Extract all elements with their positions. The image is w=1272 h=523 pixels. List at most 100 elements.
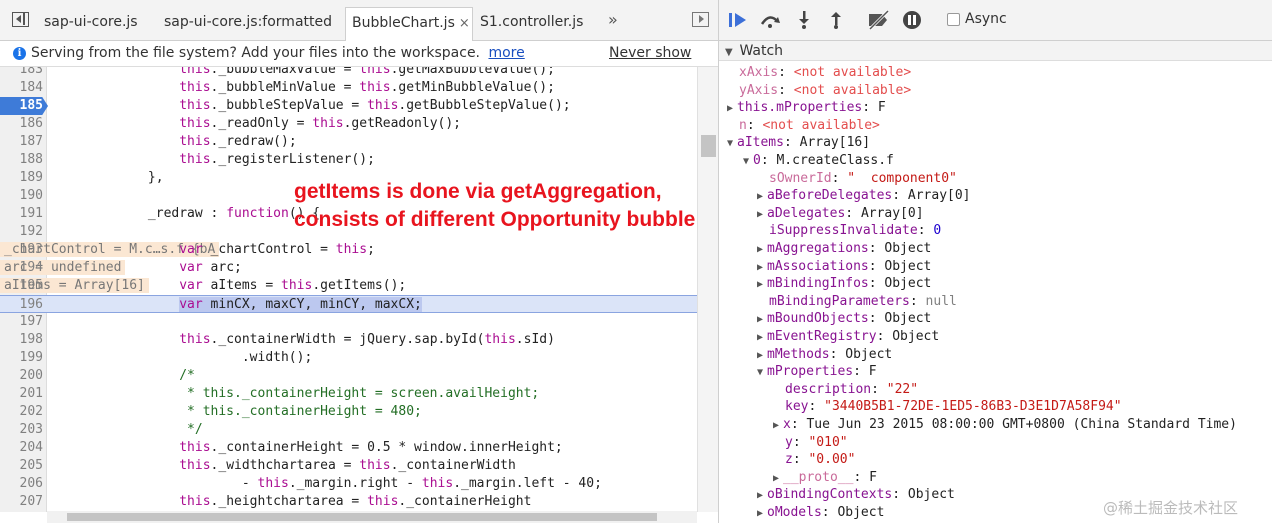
watch-row[interactable]: ▶ x: Tue Jun 23 2015 08:00:00 GMT+0800 (C… xyxy=(773,416,1237,434)
watch-row[interactable]: ▶ mBindingInfos: Object xyxy=(757,275,931,293)
code-line[interactable]: 199 .width(); xyxy=(0,349,697,367)
line-number[interactable]: 201 xyxy=(0,385,43,403)
expanded-triangle-icon[interactable]: ▼ xyxy=(757,364,767,382)
line-number[interactable]: 193 xyxy=(0,241,43,259)
collapsed-triangle-icon[interactable]: ▶ xyxy=(757,347,767,365)
editor-vertical-scrollbar[interactable] xyxy=(697,67,718,512)
collapsed-triangle-icon[interactable]: ▶ xyxy=(757,188,767,206)
code-editor[interactable]: 183 this._bubbleMaxValue = this.getMaxBu… xyxy=(0,67,718,512)
watch-row[interactable]: mBindingParameters: null xyxy=(769,293,957,311)
tab-overflow-icon[interactable]: » xyxy=(608,10,618,29)
watch-row[interactable]: key: "3440B5B1-72DE-1ED5-86B3-D3E1D7A58F… xyxy=(785,398,1122,416)
collapsed-triangle-icon[interactable]: ▶ xyxy=(757,505,767,523)
collapsed-triangle-icon[interactable]: ▶ xyxy=(757,241,767,259)
never-show-link[interactable]: Never show xyxy=(609,45,691,61)
watch-row[interactable]: ▶ this.mProperties: F xyxy=(727,99,886,117)
code-line[interactable]: 200 /* xyxy=(0,367,697,385)
line-number[interactable]: 197 xyxy=(0,313,43,331)
line-number[interactable]: 203 xyxy=(0,421,43,439)
watch-row[interactable]: ▶ oBindingContexts: Object xyxy=(757,486,955,504)
line-number[interactable]: 207 xyxy=(0,493,43,511)
step-into-icon[interactable] xyxy=(793,10,815,30)
line-number[interactable]: 200 xyxy=(0,367,43,385)
deactivate-breakpoints-icon[interactable] xyxy=(867,9,890,31)
line-number[interactable]: 191 xyxy=(0,205,43,223)
line-number[interactable]: 187 xyxy=(0,133,43,151)
line-number[interactable]: 184 xyxy=(0,79,43,97)
pause-on-exceptions-icon[interactable] xyxy=(901,10,923,30)
collapsed-triangle-icon[interactable]: ▶ xyxy=(757,329,767,347)
line-number[interactable]: 192 xyxy=(0,223,43,241)
expanded-triangle-icon[interactable]: ▼ xyxy=(727,135,737,153)
watch-row[interactable]: ▶ mMethods: Object xyxy=(757,346,892,364)
async-checkbox[interactable] xyxy=(947,13,960,26)
watch-row[interactable]: ▶ aBeforeDelegates: Array[0] xyxy=(757,187,971,205)
code-line[interactable]: 185 this._bubbleStepValue = this.getBubb… xyxy=(0,97,697,115)
tab-sap-ui-core[interactable]: sap-ui-core.js xyxy=(38,7,144,41)
code-line[interactable]: 187 this._redraw(); xyxy=(0,133,697,151)
line-number[interactable]: 194 xyxy=(0,259,43,277)
watch-row[interactable]: ▶ aDelegates: Array[0] xyxy=(757,205,924,223)
code-line[interactable]: 202 * this._containerHeight = 480; xyxy=(0,403,697,421)
watch-row[interactable]: z: "0.00" xyxy=(785,451,855,469)
code-line[interactable]: 206 - this._margin.right - this._margin.… xyxy=(0,475,697,493)
code-line[interactable]: 198 this._containerWidth = jQuery.sap.by… xyxy=(0,331,697,349)
line-number[interactable]: 190 xyxy=(0,187,43,205)
step-over-icon[interactable] xyxy=(759,10,781,30)
code-line[interactable]: 193 var _chartControl = this; _chartContr… xyxy=(0,241,697,259)
watch-row[interactable]: sOwnerId: " component0" xyxy=(769,170,957,188)
editor-horizontal-scrollbar[interactable] xyxy=(47,511,697,523)
watch-row[interactable]: iSuppressInvalidate: 0 xyxy=(769,222,941,240)
line-number[interactable]: 188 xyxy=(0,151,43,169)
code-line[interactable]: 195 var aItems = this.getItems(); aItems … xyxy=(0,277,697,295)
code-line[interactable]: 188 this._registerListener(); xyxy=(0,151,697,169)
line-number[interactable]: 198 xyxy=(0,331,43,349)
code-line[interactable]: 194 var arc; arc = undefined xyxy=(0,259,697,277)
collapsed-triangle-icon[interactable]: ▶ xyxy=(773,470,783,488)
code-line[interactable]: 203 */ xyxy=(0,421,697,439)
line-number[interactable]: 205 xyxy=(0,457,43,475)
scroll-thumb[interactable] xyxy=(67,513,657,521)
watch-row[interactable]: y: "010" xyxy=(785,434,848,452)
line-number[interactable]: 186 xyxy=(0,115,43,133)
code-line[interactable]: 197 xyxy=(0,313,697,331)
step-out-icon[interactable] xyxy=(825,10,847,30)
code-line[interactable]: 204 this._containerHeight = 0.5 * window… xyxy=(0,439,697,457)
tab-bubblechart[interactable]: BubbleChart.js × xyxy=(345,7,473,41)
toggle-navigator-icon[interactable] xyxy=(12,12,29,27)
line-number[interactable]: 206 xyxy=(0,475,43,493)
code-line[interactable]: 207 this._heightchartarea = this._contai… xyxy=(0,493,697,511)
line-number[interactable]: 196 xyxy=(0,296,43,314)
line-number[interactable]: 189 xyxy=(0,169,43,187)
tab-sap-ui-core-formatted[interactable]: sap-ui-core.js:formatted xyxy=(158,7,338,41)
code-line[interactable]: 183 this._bubbleMaxValue = this.getMaxBu… xyxy=(0,67,697,79)
watch-row[interactable]: yAxis: <not available> xyxy=(739,82,911,100)
watch-section-header[interactable]: ▼ Watch xyxy=(719,41,1272,61)
watch-row[interactable]: n: <not available> xyxy=(739,117,880,135)
watch-row[interactable]: ▶ mAggregations: Object xyxy=(757,240,931,258)
watch-row[interactable]: ▶ mAssociations: Object xyxy=(757,258,931,276)
expanded-triangle-icon[interactable]: ▼ xyxy=(743,153,753,171)
line-number[interactable]: 195 xyxy=(0,277,43,295)
watch-row[interactable]: description: "22" xyxy=(785,381,918,399)
scroll-thumb[interactable] xyxy=(701,135,716,157)
watch-row[interactable]: ▶ oModels: Object xyxy=(757,504,884,522)
watch-row[interactable]: ▶ mBoundObjects: Object xyxy=(757,310,931,328)
watch-row[interactable]: ▶ __proto__: F xyxy=(773,469,877,487)
code-line[interactable]: 201 * this._containerHeight = screen.ava… xyxy=(0,385,697,403)
code-line[interactable]: 184 this._bubbleMinValue = this.getMinBu… xyxy=(0,79,697,97)
tab-s1-controller[interactable]: S1.controller.js xyxy=(474,7,589,41)
collapsed-triangle-icon[interactable]: ▶ xyxy=(757,259,767,277)
line-number[interactable]: 199 xyxy=(0,349,43,367)
collapsed-triangle-icon[interactable]: ▶ xyxy=(757,206,767,224)
collapsed-triangle-icon[interactable]: ▶ xyxy=(757,311,767,329)
toggle-debugger-icon[interactable] xyxy=(692,12,709,27)
collapsed-triangle-icon[interactable]: ▶ xyxy=(757,487,767,505)
watch-row[interactable]: xAxis: <not available> xyxy=(739,64,911,82)
watch-row[interactable]: ▼ 0: M.createClass.f xyxy=(743,152,894,170)
watch-row[interactable]: ▼ mProperties: F xyxy=(757,363,877,381)
line-number[interactable]: 202 xyxy=(0,403,43,421)
collapsed-triangle-icon[interactable]: ▶ xyxy=(727,100,737,118)
code-line[interactable]: 196 var minCX, maxCY, minCY, maxCX; xyxy=(0,295,697,313)
collapsed-triangle-icon[interactable]: ▶ xyxy=(773,417,783,435)
